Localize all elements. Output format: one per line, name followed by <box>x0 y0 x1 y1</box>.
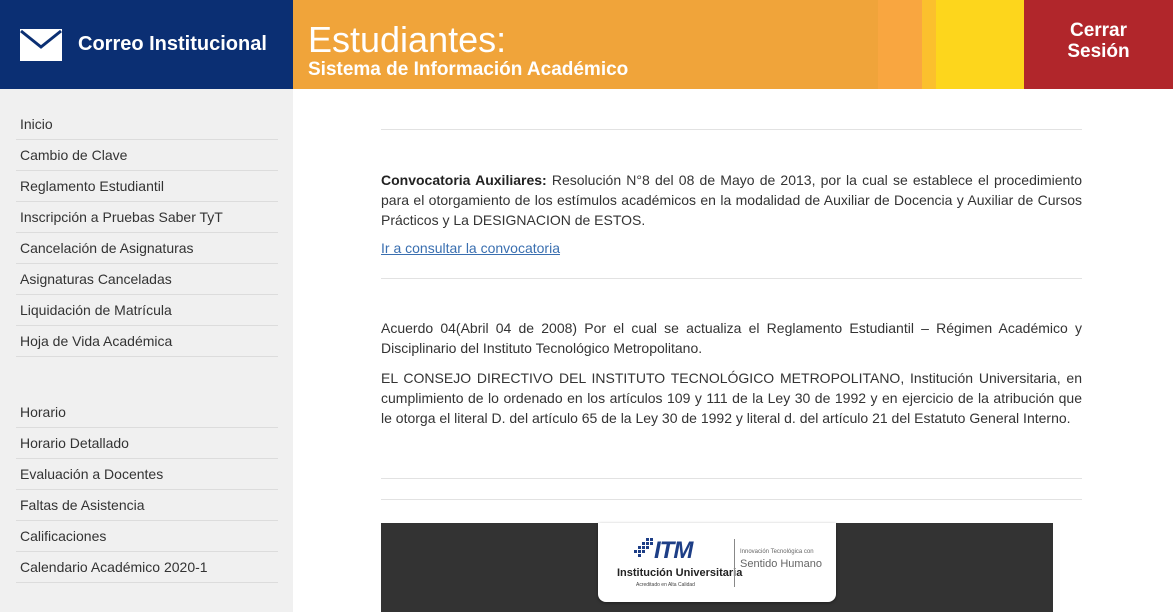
notice-acuerdo: Acuerdo 04(Abril 04 de 2008) Por el cual… <box>381 320 1082 356</box>
itm-tagline-big: Sentido Humano <box>740 558 822 570</box>
sidebar-item-calificaciones[interactable]: Calificaciones <box>16 521 278 552</box>
sidebar-group-schedule: Horario Horario Detallado Evaluación a D… <box>16 397 278 583</box>
page-title: Estudiantes: <box>308 19 507 60</box>
itm-logo-mark-icon <box>634 538 653 557</box>
itm-tagline-small: Innovación Tecnológica con <box>740 549 814 555</box>
institution-banner: ITM Institución Universitaria Acreditado… <box>381 523 1053 612</box>
divider <box>381 129 1082 130</box>
sidebar: Inicio Cambio de Clave Reglamento Estudi… <box>0 89 293 612</box>
sidebar-item-liquidacion[interactable]: Liquidación de Matrícula <box>16 295 278 326</box>
sidebar-item-horario[interactable]: Horario <box>16 397 278 428</box>
divider <box>381 499 1082 500</box>
sidebar-item-reglamento[interactable]: Reglamento Estudiantil <box>16 171 278 202</box>
main-content: Convocatoria Auxiliares: Resolución N°8 … <box>381 89 1082 500</box>
envelope-icon <box>20 28 62 61</box>
logout-label-line1: Cerrar <box>1069 20 1128 41</box>
page-subtitle: Sistema de Información Académico <box>308 59 629 80</box>
notice-convocatoria: Convocatoria Auxiliares: Resolución N°8 … <box>381 170 1082 230</box>
sidebar-item-hoja-vida[interactable]: Hoja de Vida Académica <box>16 326 278 357</box>
sidebar-item-calendario[interactable]: Calendario Académico 2020-1 <box>16 552 278 583</box>
notice-convocatoria-title: Convocatoria Auxiliares: <box>381 172 547 188</box>
sidebar-item-horario-detallado[interactable]: Horario Detallado <box>16 428 278 459</box>
itm-accredited-text: Acreditado en Alta Calidad <box>636 582 695 588</box>
sidebar-item-evaluacion[interactable]: Evaluación a Docentes <box>16 459 278 490</box>
divider <box>381 278 1082 279</box>
decorative-stripe <box>922 0 936 89</box>
logout-label-line2: Sesión <box>1067 41 1130 62</box>
decorative-stripe <box>878 0 922 89</box>
mail-label: Correo Institucional <box>78 33 267 55</box>
logout-button[interactable]: Cerrar Sesión <box>1024 0 1173 89</box>
divider <box>381 478 1082 479</box>
sidebar-item-pruebas-saber[interactable]: Inscripción a Pruebas Saber TyT <box>16 202 278 233</box>
sidebar-item-cambio-clave[interactable]: Cambio de Clave <box>16 140 278 171</box>
itm-logo: ITM Institución Universitaria Acreditado… <box>598 523 836 602</box>
itm-institution-text: Institución Universitaria <box>617 567 743 579</box>
notice-acuerdo-detail: EL CONSEJO DIRECTIVO DEL INSTITUTO TECNO… <box>381 370 1082 426</box>
sidebar-item-canceladas[interactable]: Asignaturas Canceladas <box>16 264 278 295</box>
institutional-mail-link[interactable]: Correo Institucional <box>0 0 293 89</box>
sidebar-group-academic: Inicio Cambio de Clave Reglamento Estudi… <box>16 109 278 357</box>
sidebar-item-faltas[interactable]: Faltas de Asistencia <box>16 490 278 521</box>
header: Correo Institucional Estudiantes: Sistem… <box>0 0 1173 89</box>
app-title-block: Estudiantes: Sistema de Información Acad… <box>293 0 878 89</box>
convocatoria-link[interactable]: Ir a consultar la convocatoria <box>381 240 560 256</box>
sidebar-item-inicio[interactable]: Inicio <box>16 109 278 140</box>
sidebar-item-cancelacion[interactable]: Cancelación de Asignaturas <box>16 233 278 264</box>
decorative-stripe <box>936 0 1024 89</box>
itm-logo-text: ITM <box>654 537 693 564</box>
logo-divider <box>734 539 735 587</box>
